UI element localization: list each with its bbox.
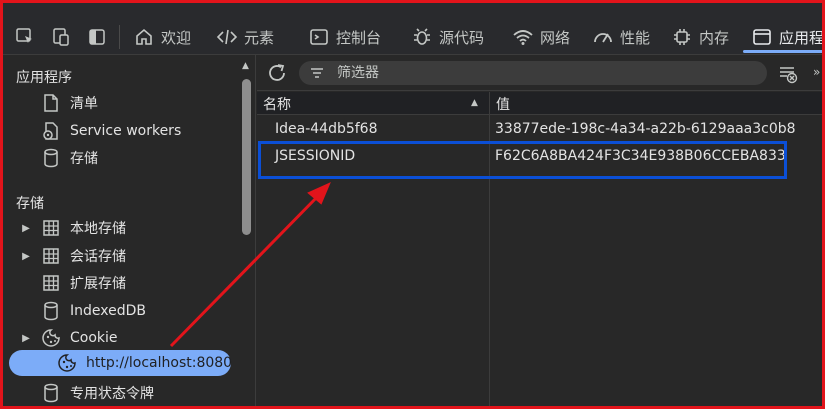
sidebar-item-label: 扩展存储: [70, 276, 126, 292]
sidebar-item-private-state-tokens[interactable]: 专用状态令牌: [40, 381, 154, 405]
scroll-up-arrow-icon[interactable]: ▲: [242, 61, 249, 71]
tab-label: 应用程: [779, 28, 825, 47]
sidebar-section-application: 应用程序: [16, 70, 72, 86]
tab-label: 源代码: [439, 28, 485, 47]
toolbar-separator: [119, 25, 120, 49]
filter-bar: »: [257, 55, 822, 91]
tab-elements[interactable]: 元素: [216, 20, 274, 54]
sidebar-section-storage: 存储: [16, 196, 44, 212]
clear-all-cookies-icon[interactable]: [777, 63, 799, 85]
sidebar-item-cookie-localhost[interactable]: http://localhost:8080: [56, 351, 232, 375]
tab-console[interactable]: 控制台: [308, 20, 381, 54]
filter-input[interactable]: [333, 65, 741, 81]
devtools-toolbar: 欢迎 元素 控制台 源代码 网络 性能 内存 应用程: [3, 3, 825, 55]
tab-application[interactable]: 应用程: [751, 20, 825, 54]
sidebar-item-label: 清单: [70, 96, 98, 112]
grid-icon: [40, 217, 62, 239]
sidebar-item-local-storage[interactable]: ▶ 本地存储: [20, 216, 126, 240]
cookie-value-cell: 33877ede-198c-4a34-a22b-6129aaa3c0b8: [495, 121, 796, 137]
sidebar-item-label: 本地存储: [70, 221, 126, 237]
active-tab-indicator: [743, 50, 822, 53]
database-icon: [40, 382, 62, 404]
sidebar-item-extension-storage[interactable]: 扩展存储: [40, 271, 126, 295]
cookie-icon: [40, 327, 62, 349]
database-icon: [40, 147, 62, 169]
tab-label: 内存: [699, 28, 730, 47]
more-tools-icon[interactable]: »: [813, 65, 820, 79]
cookie-name-cell: Idea-44db5f68: [275, 121, 378, 137]
home-icon: [133, 26, 155, 48]
cookie-table-header: 名称 ▲ 值: [257, 92, 822, 115]
gear-document-icon: [40, 120, 62, 142]
dock-side-icon[interactable]: [87, 27, 107, 47]
application-sidebar: 应用程序 清单 Service workers 存储 存储 ▶ 本地存储 ▶ 会…: [6, 55, 256, 406]
sort-ascending-icon[interactable]: ▲: [471, 98, 478, 108]
console-icon: [308, 26, 330, 48]
sidebar-item-manifest[interactable]: 清单: [40, 91, 98, 115]
grid-icon: [40, 245, 62, 267]
tab-label: 网络: [540, 28, 571, 47]
sidebar-item-label: 专用状态令牌: [70, 386, 154, 402]
filter-box: [299, 61, 767, 85]
table-row[interactable]: Idea-44db5f68 33877ede-198c-4a34-a22b-61…: [257, 118, 822, 142]
code-icon: [216, 26, 238, 48]
sidebar-item-label: Service workers: [70, 123, 182, 139]
expand-arrow-icon[interactable]: ▶: [20, 333, 32, 344]
devtools-window: 欢迎 元素 控制台 源代码 网络 性能 内存 应用程 应用程序 清单 Servi…: [0, 0, 825, 409]
sidebar-item-label: 会话存储: [70, 249, 126, 265]
device-toolbar-icon[interactable]: [51, 27, 71, 47]
sidebar-scrollbar-thumb[interactable]: [242, 79, 251, 235]
expand-arrow-icon[interactable]: ▶: [20, 251, 32, 262]
column-header-name[interactable]: 名称: [263, 94, 291, 114]
tab-memory[interactable]: 内存: [671, 20, 729, 54]
sidebar-item-storage[interactable]: 存储: [40, 146, 98, 170]
window-icon: [751, 26, 773, 48]
tab-label: 元素: [244, 28, 275, 47]
sidebar-item-label: IndexedDB: [70, 303, 146, 319]
sidebar-item-cookie[interactable]: ▶ Cookie: [20, 326, 118, 350]
tab-welcome[interactable]: 欢迎: [133, 20, 191, 54]
grid-icon: [40, 272, 62, 294]
expand-arrow-icon[interactable]: ▶: [20, 223, 32, 234]
column-header-value[interactable]: 值: [496, 94, 510, 114]
tab-sources[interactable]: 源代码: [411, 20, 484, 54]
tab-network[interactable]: 网络: [512, 20, 570, 54]
document-icon: [40, 92, 62, 114]
tab-performance[interactable]: 性能: [592, 20, 650, 54]
sidebar-item-service-workers[interactable]: Service workers: [40, 119, 181, 143]
tab-label: 控制台: [336, 28, 382, 47]
chip-icon: [671, 26, 693, 48]
sidebar-item-indexeddb[interactable]: IndexedDB: [40, 299, 146, 323]
sidebar-item-label: http://localhost:8080: [86, 355, 233, 371]
database-icon: [40, 300, 62, 322]
bug-icon: [411, 26, 433, 48]
gauge-icon: [592, 26, 614, 48]
sidebar-item-label: 存储: [70, 151, 98, 167]
tab-label: 欢迎: [161, 28, 192, 47]
sidebar-item-session-storage[interactable]: ▶ 会话存储: [20, 244, 126, 268]
tab-label: 性能: [620, 28, 651, 47]
cookie-icon: [56, 352, 78, 374]
wifi-icon: [512, 26, 534, 48]
sidebar-item-label: Cookie: [70, 330, 118, 346]
annotation-highlight-box: [258, 141, 787, 179]
cookie-panel: » 名称 ▲ 值 Idea-44db5f68 33877ede-198c-4a3…: [257, 55, 822, 406]
filter-icon: [309, 66, 333, 80]
refresh-icon[interactable]: [265, 61, 289, 85]
inspect-element-icon[interactable]: [15, 27, 35, 47]
